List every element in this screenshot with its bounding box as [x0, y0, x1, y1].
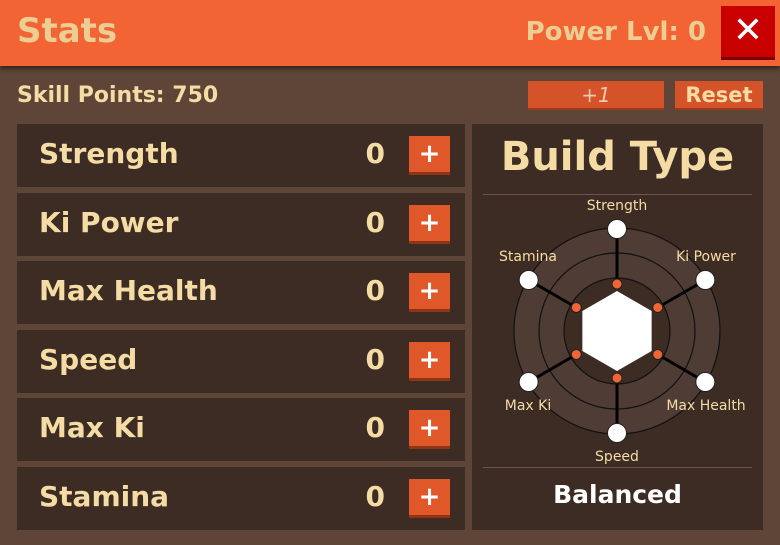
radar-handle — [518, 372, 539, 392]
radar-axis-label: Max Health — [666, 398, 745, 414]
radar-handle — [607, 423, 627, 443]
radar-value-dot — [611, 372, 623, 384]
radar-handle — [695, 372, 716, 392]
radar-value-dot — [652, 349, 664, 360]
radar-value-dot — [611, 278, 623, 290]
radar-axis-label: Strength — [587, 198, 648, 214]
radar-handle — [695, 270, 716, 290]
radar-value-dot — [570, 302, 582, 313]
radar-value-dot — [570, 349, 582, 360]
radar-value-dot — [652, 302, 664, 313]
radar-axis-label: Ki Power — [676, 249, 736, 265]
radar-handle — [607, 219, 627, 239]
radar-chart: Strength Ki Power Max Health Speed Max Ki Sta… — [499, 198, 746, 465]
radar-axis-label: Max Ki — [505, 398, 551, 414]
radar-axis-label: Stamina — [499, 249, 557, 265]
radar-handle — [518, 270, 539, 290]
radar-axis-label: Speed — [595, 449, 639, 465]
